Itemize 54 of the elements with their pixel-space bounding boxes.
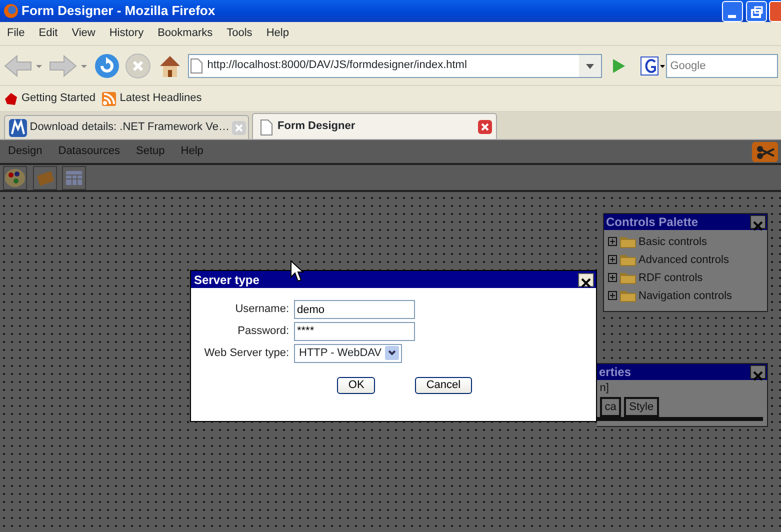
reload-icon[interactable] (94, 52, 120, 78)
address-field[interactable]: http://localhost:8000/DAV/JS/formdesigner/index.html (188, 54, 602, 78)
expand-icon[interactable] (608, 273, 617, 282)
search-field[interactable]: Google (666, 54, 778, 78)
input-field[interactable]: demo (294, 300, 415, 319)
folder-icon (620, 271, 636, 284)
bookmark-link[interactable]: Getting Started (2, 90, 96, 107)
input-field[interactable]: **** (294, 322, 415, 341)
select-field[interactable]: HTTP - WebDAV (294, 344, 402, 362)
field-label: Password: (236, 324, 290, 339)
palette-button[interactable] (3, 166, 27, 190)
menu-item[interactable]: View (64, 25, 102, 42)
expand-icon[interactable] (608, 237, 617, 246)
field-label: Username: (234, 302, 290, 318)
bookmark-link[interactable]: Latest Headlines (101, 90, 202, 107)
folder-icon (620, 289, 636, 302)
tree-item[interactable]: Advanced controls (604, 250, 767, 269)
folder-icon (620, 253, 636, 266)
menu-item[interactable]: File (0, 25, 32, 42)
browser-tab[interactable]: Download details: .NET Framework Ve… (4, 115, 249, 139)
dropdown-icon[interactable] (385, 346, 399, 360)
browser-tab[interactable]: Form Designer (252, 113, 497, 139)
dropdown-icon[interactable] (578, 54, 601, 76)
site-icon (9, 118, 27, 136)
menu-item[interactable]: Edit (32, 25, 65, 42)
dialog-title: Server type (194, 272, 260, 288)
cut-icon[interactable] (752, 142, 778, 162)
menu-item[interactable]: History (102, 25, 151, 42)
table-button[interactable] (62, 166, 86, 190)
menu-item[interactable]: Tools (220, 25, 260, 42)
panel-title: Controls Palette (606, 214, 700, 231)
firefox-icon (2, 3, 19, 19)
folder-icon (620, 235, 636, 248)
feed-icon (101, 90, 117, 106)
close-icon[interactable] (478, 120, 492, 134)
tree-item[interactable]: Navigation controls (604, 286, 767, 305)
tree-item[interactable]: RDF controls (604, 268, 767, 287)
window-title: Form Designer - Mozilla Firefox (22, 2, 216, 20)
panel-tab[interactable]: Style (624, 396, 659, 416)
bookmark-icon (2, 90, 19, 106)
panel-tab[interactable]: ca (600, 396, 622, 416)
panel-title: erties (599, 364, 632, 381)
dialog-button[interactable]: Cancel (415, 376, 472, 394)
tree-item[interactable]: Basic controls (604, 232, 767, 251)
page-icon (189, 58, 204, 74)
expand-icon[interactable] (608, 291, 617, 300)
google-icon[interactable] (640, 56, 666, 76)
menu-item[interactable]: Bookmarks (150, 25, 220, 42)
expand-icon[interactable] (608, 255, 617, 264)
panel-text: n] (598, 381, 610, 396)
field-label: Web Server type: (203, 346, 290, 361)
dialog-button[interactable]: OK (337, 376, 376, 394)
close-button[interactable] (578, 272, 594, 286)
menu-item[interactable]: Help (259, 25, 296, 42)
